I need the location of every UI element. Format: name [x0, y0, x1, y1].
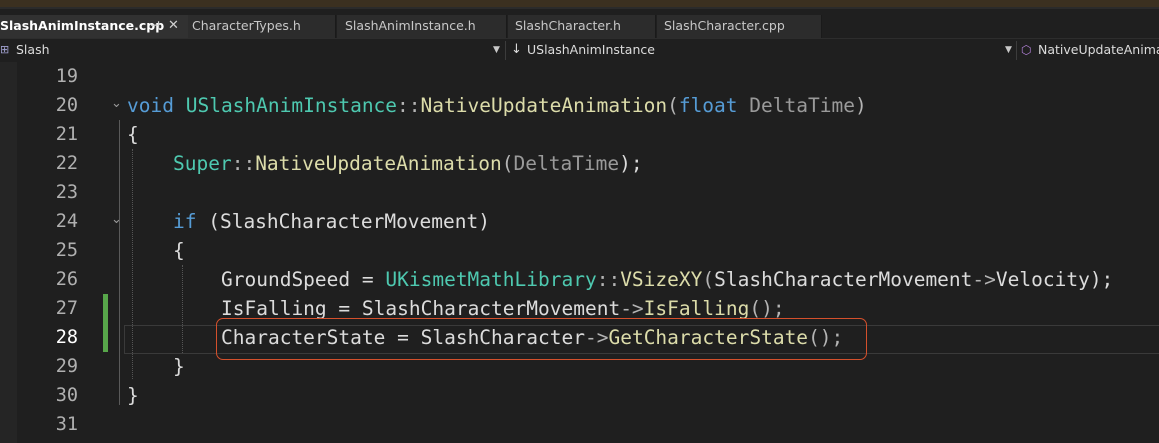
function-name: NativeUpdateAnimation	[255, 152, 502, 175]
brace-close: }	[173, 355, 185, 378]
scope-dropdown[interactable]: USlashAnimInstance	[527, 39, 655, 62]
left-margin	[0, 62, 17, 443]
divider	[1016, 41, 1017, 60]
line-number: 26	[55, 269, 78, 290]
class-name: Super	[173, 152, 232, 175]
project-dropdown[interactable]: Slash	[16, 39, 50, 62]
keyword-void: void	[127, 94, 174, 117]
tab-label: SlashAnimInstance.cpp	[0, 18, 165, 33]
line-number: 27	[55, 298, 78, 319]
code-line-21: {	[127, 120, 139, 149]
line-number: 21	[55, 124, 78, 145]
pin-icon[interactable]: ⊣	[150, 15, 160, 37]
line-number-current: 28	[55, 327, 78, 348]
arrow-operator: ->	[620, 297, 644, 320]
brace-open: {	[173, 239, 185, 262]
project-icon: ⊞	[0, 43, 10, 56]
code-editor[interactable]: 19 20 21 22 23 24 25 26 27 28 29 30 31 ⌄…	[0, 62, 1159, 443]
line-number: 22	[55, 153, 78, 174]
line-number: 24	[55, 211, 78, 232]
line-number: 30	[55, 385, 78, 406]
tab-label: SlashCharacter.cpp	[664, 18, 785, 33]
object: SlashCharacterMovement	[361, 297, 621, 320]
scope-operator: ::	[596, 268, 621, 291]
variable: IsFalling	[221, 297, 327, 320]
assign-operator: =	[326, 297, 362, 320]
code-line-24: if (SlashCharacterMovement)	[173, 207, 490, 236]
function-name: VSizeXY	[620, 268, 703, 291]
code-line-22: Super::NativeUpdateAnimation(DeltaTime);	[173, 149, 643, 178]
line-number: 19	[55, 66, 78, 87]
condition: (SlashCharacterMovement)	[196, 210, 490, 233]
fold-collapse-icon[interactable]: ⌄	[111, 212, 122, 227]
tab-slashcharacter-cpp[interactable]: SlashCharacter.cpp	[657, 15, 822, 38]
object: SlashCharacterMovement	[714, 268, 973, 291]
call-close: ();	[749, 297, 785, 320]
line-number: 29	[55, 356, 78, 377]
keyword-float: float	[678, 94, 738, 117]
paren-open: (	[667, 94, 679, 117]
tab-slashaniminstance-h[interactable]: SlashAnimInstance.h	[337, 15, 507, 38]
code-line-20: void USlashAnimInstance::NativeUpdateAni…	[127, 91, 867, 120]
function-name: NativeUpdateAnimation	[420, 94, 668, 117]
chevron-down-icon[interactable]: ▼	[1005, 39, 1012, 62]
paren-close: );	[619, 152, 643, 175]
code-line-29: }	[173, 352, 185, 381]
paren-close: );	[1089, 268, 1114, 291]
brace-open: {	[127, 123, 139, 146]
navigation-bar: ⊞ Slash ▼ ↓ USlashAnimInstance ▼ ⬡ Nativ…	[0, 38, 1159, 63]
close-icon[interactable]: ✕	[168, 15, 179, 37]
paren-open: (	[501, 152, 514, 175]
paren-close: )	[854, 94, 867, 117]
line-number: 31	[55, 414, 78, 435]
line-number: 23	[55, 182, 78, 203]
scope-arrow-icon: ↓	[511, 42, 522, 57]
code-line-25: {	[173, 236, 185, 265]
annotation-highlight-box	[216, 318, 867, 360]
title-strip	[0, 0, 1159, 9]
function-name: IsFalling	[643, 297, 750, 320]
info-bar	[0, 0, 1159, 7]
chevron-down-icon[interactable]: ▼	[493, 39, 500, 62]
assign-operator: =	[350, 268, 386, 291]
scope-bracket	[119, 120, 120, 405]
arrow-operator: ->	[972, 268, 996, 291]
paren-open: (	[702, 268, 715, 291]
change-indicator	[103, 294, 108, 352]
divider	[505, 41, 506, 60]
fold-collapse-icon[interactable]: ⌄	[111, 96, 122, 111]
member-dropdown[interactable]: NativeUpdateAnimat	[1038, 39, 1159, 62]
member: Velocity	[995, 268, 1090, 291]
line-number: 25	[55, 240, 78, 261]
argument: DeltaTime	[513, 152, 620, 175]
tab-slashaniminstance-cpp[interactable]: SlashAnimInstance.cpp ⊣ ✕	[0, 15, 188, 38]
keyword-if: if	[173, 210, 197, 233]
code-line-26: GroundSpeed = UKismetMathLibrary::VSizeX…	[221, 265, 1113, 294]
scope-operator: ::	[231, 152, 256, 175]
tab-bar: SlashAnimInstance.cpp ⊣ ✕ CharacterTypes…	[0, 14, 1159, 38]
tab-slashcharacter-h[interactable]: SlashCharacter.h	[508, 15, 656, 38]
class-name: USlashAnimInstance	[185, 94, 398, 117]
code-line-30: }	[127, 381, 139, 410]
tab-label: SlashAnimInstance.h	[345, 18, 476, 33]
member-cube-icon: ⬡	[1021, 43, 1032, 57]
brace-close: }	[127, 384, 139, 407]
scope-operator: ::	[397, 94, 421, 117]
variable: GroundSpeed	[221, 268, 351, 291]
tab-charactertypes-h[interactable]: CharacterTypes.h	[188, 15, 336, 38]
line-number: 20	[55, 95, 78, 116]
parameter: DeltaTime	[749, 94, 855, 117]
tab-label: SlashCharacter.h	[515, 18, 621, 33]
tab-label: CharacterTypes.h	[192, 18, 301, 33]
class-name: UKismetMathLibrary	[385, 268, 597, 291]
